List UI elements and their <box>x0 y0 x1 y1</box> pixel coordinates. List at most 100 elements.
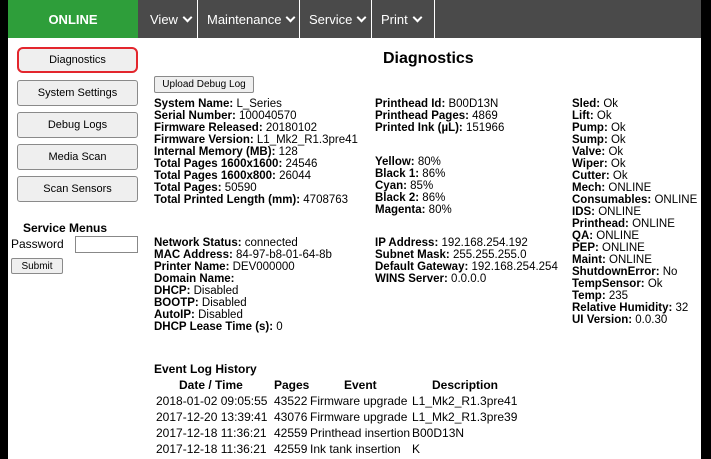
menu-maintenance[interactable]: Maintenance <box>198 0 300 38</box>
info-label: Printhead: <box>572 218 629 230</box>
info-label: Internal Memory (MB): <box>154 146 276 158</box>
info-label: DHCP Lease Time (s): <box>154 321 274 333</box>
sidebar-button-scan-sensors[interactable]: Scan Sensors <box>17 176 138 202</box>
info-row: Firmware Version: L1_Mk2_R1.3pre41 <box>154 134 358 146</box>
info-value: 4869 <box>468 110 498 122</box>
info-value: 4708763 <box>300 194 349 206</box>
event-log-column-event: Event <box>344 378 377 392</box>
info-value: Ok <box>593 110 612 122</box>
info-value: 151966 <box>462 122 505 134</box>
info-row: Domain Name: <box>154 273 332 285</box>
info-label: Firmware Version: <box>154 134 254 146</box>
info-label: Magenta: <box>375 204 426 216</box>
sidebar-button-debug-logs[interactable]: Debug Logs <box>17 112 138 138</box>
table-cell: 42559 <box>274 442 308 456</box>
password-field[interactable] <box>75 236 138 253</box>
info-label: Printhead Id: <box>375 98 446 110</box>
info-label: Total Pages 1600x800: <box>154 170 276 182</box>
info-row: Subnet Mask: 255.255.255.0 <box>375 249 558 261</box>
info-value: B00D13N <box>445 98 499 110</box>
info-row: Relative Humidity: 32 <box>572 302 697 314</box>
menu-maintenance-label: Maintenance <box>207 11 282 27</box>
info-row: Printhead: ONLINE <box>572 218 697 230</box>
info-row: Maint: ONLINE <box>572 254 697 266</box>
info-label: Sled: <box>572 98 601 110</box>
info-label: Total Printed Length (mm): <box>154 194 301 206</box>
info-label: WINS Server: <box>375 273 448 285</box>
info-value: DEV000000 <box>229 261 295 273</box>
info-value: ONLINE <box>651 194 698 206</box>
info-row: Pump: Ok <box>572 122 697 134</box>
page-frame-right <box>701 0 711 459</box>
info-row: Temp: 235 <box>572 290 697 302</box>
info-value: 0.0.30 <box>632 314 668 326</box>
info-row: Network Status: connected <box>154 237 332 249</box>
service-menus-heading: Service Menus <box>23 221 108 235</box>
info-row: Total Pages 1600x1600: 24546 <box>154 158 358 170</box>
info-row: Lift: Ok <box>572 110 697 122</box>
menu-service-label: Service <box>309 11 353 27</box>
info-label: TempSensor: <box>572 278 645 290</box>
info-value: 0.0.0.0 <box>447 273 487 285</box>
event-log-heading: Event Log History <box>154 362 257 376</box>
page-frame-left <box>0 0 8 459</box>
info-row: Internal Memory (MB): 128 <box>154 146 358 158</box>
info-value: Disabled <box>194 309 243 321</box>
table-cell: 2017-12-20 13:39:41 <box>156 410 268 424</box>
info-row: Total Pages 1600x800: 26044 <box>154 170 358 182</box>
info-row: Printhead Pages: 4869 <box>375 110 504 122</box>
info-label: Wiper: <box>572 158 608 170</box>
info-row: AutoIP: Disabled <box>154 309 332 321</box>
menu-print[interactable]: Print <box>372 0 435 38</box>
info-value: 20180102 <box>262 122 318 134</box>
chevron-down-icon <box>182 12 193 22</box>
info-value: 26044 <box>275 170 312 182</box>
info-row: Printer Name: DEV000000 <box>154 261 332 273</box>
info-value: L_Series <box>233 98 282 110</box>
info-row: Yellow: 80% <box>375 156 452 168</box>
table-cell: Ink tank insertion <box>310 442 401 456</box>
info-value: 192.168.254.192 <box>438 237 528 249</box>
info-row: UI Version: 0.0.30 <box>572 314 697 326</box>
info-label: Printhead Pages: <box>375 110 469 122</box>
info-value: 100040570 <box>235 110 297 122</box>
menu-view[interactable]: View <box>141 0 198 38</box>
info-label: Pump: <box>572 122 608 134</box>
info-value: Ok <box>600 98 619 110</box>
info-value: 86% <box>419 192 446 204</box>
info-value: ONLINE <box>595 206 642 218</box>
info-label: Maint: <box>572 254 606 266</box>
network-info-list: Network Status: connected MAC Address: 84… <box>154 237 332 333</box>
info-row: Total Pages: 50590 <box>154 182 358 194</box>
info-label: QA: <box>572 230 594 242</box>
info-row: Printed Ink (µL): 151966 <box>375 122 504 134</box>
info-label: System Name: <box>154 98 234 110</box>
info-row: WINS Server: 0.0.0.0 <box>375 273 558 285</box>
info-label: Yellow: <box>375 156 415 168</box>
sidebar-button-diagnostics[interactable]: Diagnostics <box>17 47 138 73</box>
info-label: IDS: <box>572 206 595 218</box>
info-label: DHCP: <box>154 285 191 297</box>
info-row: MAC Address: 84-97-b8-01-64-8b <box>154 249 332 261</box>
info-value: 0 <box>273 321 283 333</box>
info-row: Serial Number: 100040570 <box>154 110 358 122</box>
info-label: Temp: <box>572 290 606 302</box>
info-label: Domain Name: <box>154 273 235 285</box>
info-value: Ok <box>607 122 626 134</box>
info-label: Cyan: <box>375 180 407 192</box>
menu-service[interactable]: Service <box>300 0 372 38</box>
submit-button[interactable]: Submit <box>11 258 63 274</box>
sidebar-button-system-settings[interactable]: System Settings <box>17 80 138 106</box>
info-row: Magenta: 80% <box>375 204 452 216</box>
info-row: Valve: Ok <box>572 146 697 158</box>
info-row: Cutter: Ok <box>572 170 697 182</box>
upload-debug-log-button[interactable]: Upload Debug Log <box>154 76 254 93</box>
info-label: Serial Number: <box>154 110 236 122</box>
info-value: 84-97-b8-01-64-8b <box>232 249 332 261</box>
ink-levels-list: Yellow: 80% Black 1: 86% Cyan: 85% Black 2:… <box>375 156 452 216</box>
info-row: TempSensor: Ok <box>572 278 697 290</box>
sidebar-button-media-scan[interactable]: Media Scan <box>17 144 138 170</box>
info-row: Wiper: Ok <box>572 158 697 170</box>
info-value: L1_Mk2_R1.3pre41 <box>253 134 358 146</box>
table-cell: K <box>412 442 421 456</box>
